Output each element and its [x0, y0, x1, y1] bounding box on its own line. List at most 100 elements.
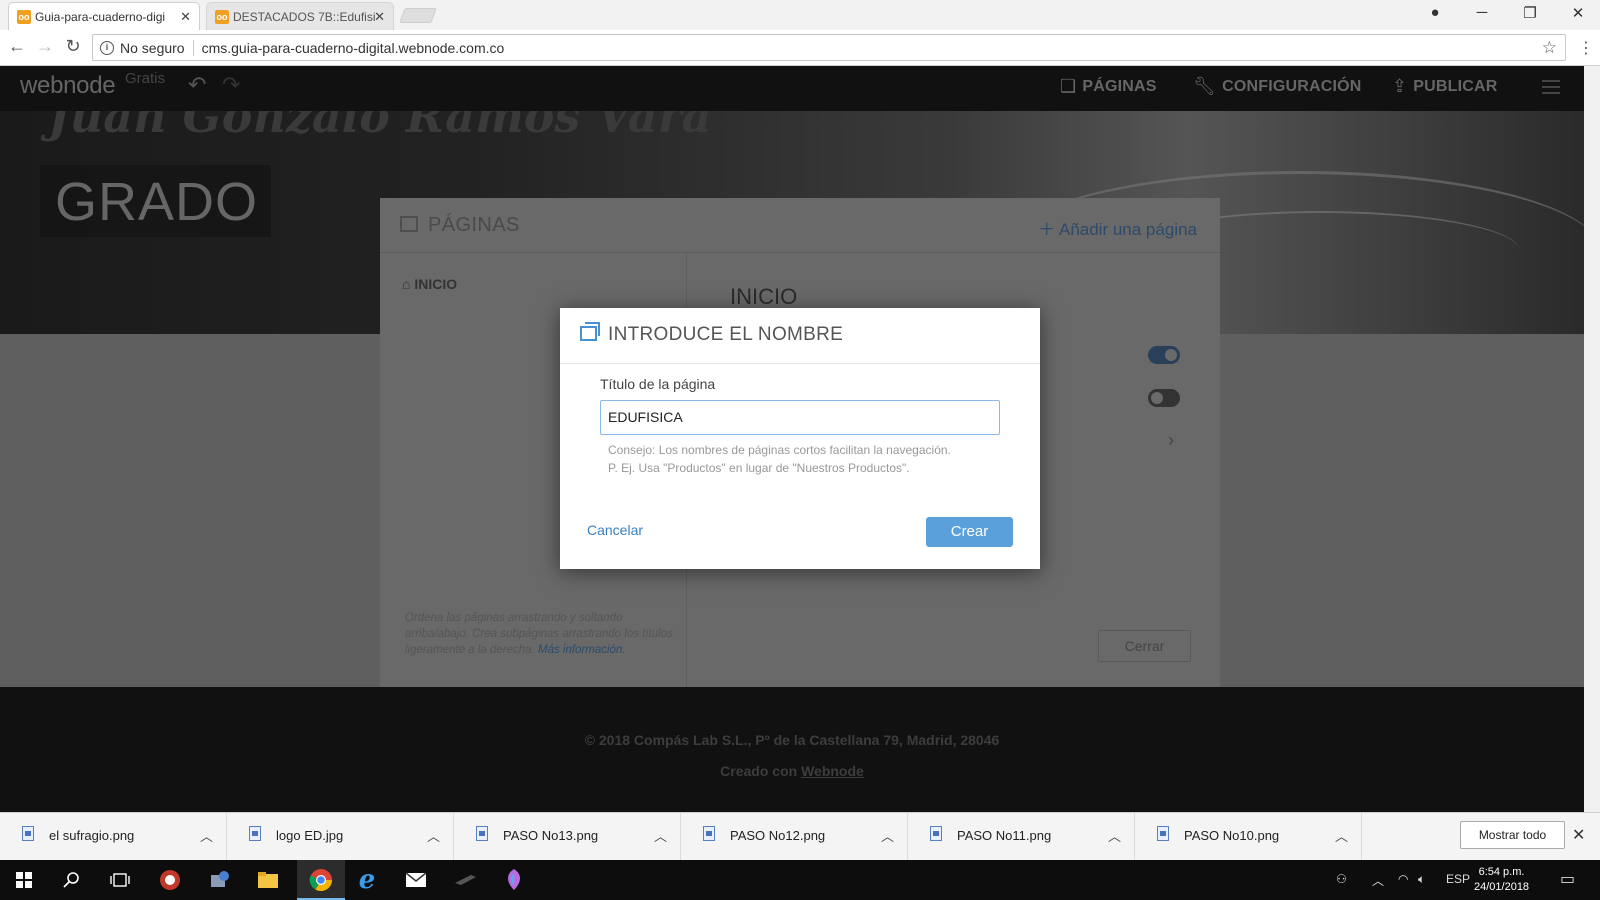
close-panel-button[interactable]: Cerrar	[1098, 630, 1191, 662]
menu-publish[interactable]: ⇪ PUBLICAR	[1392, 76, 1498, 97]
dialog-tip: Consejo: Los nombres de páginas cortos f…	[608, 441, 1008, 477]
download-filename: PASO No13.png	[503, 828, 599, 843]
clock[interactable]: 6:54 p.m. 24/01/2018	[1474, 865, 1529, 895]
browser-tabbar: oo Guia-para-cuaderno-digi ✕ oo DESTACAD…	[0, 0, 1600, 30]
file-explorer-icon[interactable]	[254, 866, 282, 894]
download-item[interactable]: logo ED.jpg ︿	[227, 813, 454, 861]
security-label: No seguro	[120, 39, 185, 56]
people-icon[interactable]: ⚇	[1336, 872, 1347, 886]
menu-settings-label: CONFIGURACIÓN	[1222, 77, 1362, 95]
pages-panel-header: PÁGINAS ＋ Añadir una página	[380, 198, 1220, 253]
menu-settings[interactable]: 🔧︎ CONFIGURACIÓN	[1193, 76, 1362, 97]
image-file-icon	[476, 826, 488, 841]
mail-icon[interactable]	[402, 866, 430, 894]
menu-pages[interactable]: ❏ PÁGINAS	[1060, 76, 1157, 97]
footer-copyright: © 2018 Compás Lab S.L., Pº de la Castell…	[584, 732, 1000, 748]
wrench-icon: 🔧︎	[1193, 76, 1217, 96]
address-bar[interactable]: i No seguro cms.guia-para-cuaderno-digit…	[92, 34, 1566, 61]
download-shelf: el sufragio.png ︿ logo ED.jpg ︿ PASO No1…	[0, 812, 1600, 861]
redo-icon[interactable]: ↷	[222, 72, 240, 98]
download-filename: PASO No10.png	[1184, 828, 1280, 843]
chevron-up-icon[interactable]: ︿	[200, 826, 213, 845]
chevron-up-icon[interactable]: ︿	[1372, 872, 1384, 889]
device-icon[interactable]	[451, 866, 479, 894]
download-item[interactable]: PASO No11.png ︿	[908, 813, 1135, 861]
url-text[interactable]: cms.guia-para-cuaderno-digital.webnode.c…	[202, 40, 505, 56]
task-view-icon[interactable]	[106, 866, 134, 894]
page-title-input[interactable]: EDUFISICA	[600, 400, 1000, 435]
chevron-up-icon[interactable]: ︿	[427, 826, 440, 845]
close-window-icon[interactable]: ✕	[1568, 4, 1588, 22]
page-visibility-toggle[interactable]	[1148, 346, 1180, 364]
tab-title: DESTACADOS 7B::Edufisi	[233, 9, 376, 24]
browser-tab[interactable]: oo DESTACADOS 7B::Edufisi ✕	[206, 2, 394, 30]
page-title-label: Título de la página	[600, 376, 716, 392]
minimize-icon[interactable]: ─	[1472, 4, 1492, 21]
hamburger-menu-icon[interactable]	[1542, 80, 1560, 98]
site-footer: © 2018 Compás Lab S.L., Pº de la Castell…	[0, 687, 1584, 812]
dialog-header: INTRODUCE EL NOMBRE	[560, 308, 1040, 364]
close-tab-icon[interactable]: ✕	[374, 9, 385, 25]
chevron-up-icon[interactable]: ︿	[1335, 826, 1348, 845]
undo-icon[interactable]: ↶	[188, 72, 206, 98]
restore-icon[interactable]: ❐	[1520, 4, 1540, 22]
download-filename: PASO No11.png	[957, 828, 1052, 843]
download-item[interactable]: PASO No13.png ︿	[454, 813, 681, 861]
network-app-icon[interactable]	[205, 866, 233, 894]
new-page-dialog: INTRODUCE EL NOMBRE Título de la página …	[560, 308, 1040, 569]
webnode-toolbar: webnode Gratis ↶ ↷ ❏ PÁGINAS 🔧︎ CONFIGUR…	[0, 66, 1584, 111]
tab-title: Guia-para-cuaderno-digi	[35, 9, 166, 24]
page-scrollbar[interactable]	[1584, 66, 1600, 812]
windows-taskbar: e ⚇ ︿ ◠ 🔈︎ ESP 6:54 p.m. 24/01/2018 ▭	[0, 860, 1600, 900]
paint3d-icon[interactable]	[500, 866, 528, 894]
tip-line: Consejo: Los nombres de páginas cortos f…	[608, 443, 951, 457]
bookmark-star-icon[interactable]: ☆	[1542, 38, 1557, 58]
address-toolbar: ← → ↻ i No seguro cms.guia-para-cuaderno…	[0, 30, 1600, 66]
info-icon[interactable]: i	[100, 40, 114, 55]
webnode-favicon-icon: oo	[17, 10, 31, 24]
volume-icon[interactable]: 🔈︎	[1418, 872, 1425, 887]
chrome-icon[interactable]	[307, 866, 335, 894]
cancel-button[interactable]: Cancelar	[587, 522, 643, 538]
show-all-downloads-button[interactable]: Mostrar todo	[1460, 821, 1565, 849]
more-info-link[interactable]: Más información.	[538, 644, 626, 656]
grade-text: GRADO	[55, 172, 259, 232]
divider	[192, 39, 194, 56]
search-icon[interactable]	[58, 866, 86, 894]
close-tab-icon[interactable]: ✕	[180, 9, 191, 25]
plan-label: Gratis	[125, 70, 166, 87]
menu-pages-label: PÁGINAS	[1082, 77, 1157, 95]
forward-icon[interactable]: →	[34, 36, 56, 57]
dialog-title: INTRODUCE EL NOMBRE	[608, 324, 844, 345]
new-tab-button[interactable]	[399, 8, 437, 23]
create-button[interactable]: Crear	[926, 517, 1013, 547]
page-option-toggle[interactable]	[1148, 389, 1180, 407]
footer-created-prefix: Creado con	[720, 763, 802, 779]
app-icon[interactable]	[156, 866, 184, 894]
internet-explorer-icon[interactable]: e	[353, 865, 381, 895]
chevron-up-icon[interactable]: ︿	[1108, 826, 1121, 845]
webnode-link[interactable]: Webnode	[801, 763, 864, 779]
browser-menu-icon[interactable]: ⋮	[1578, 38, 1594, 58]
webnode-logo: webnode	[20, 72, 116, 99]
back-icon[interactable]: ←	[6, 36, 28, 57]
page-item-inicio[interactable]: ⌂ INICIO	[402, 276, 457, 292]
chevron-right-icon[interactable]: ›	[1168, 430, 1174, 451]
windows-start-icon[interactable]	[10, 866, 38, 894]
add-page-button[interactable]: ＋ Añadir una página	[1038, 215, 1197, 240]
profile-icon[interactable]: ●	[1425, 4, 1445, 21]
reload-icon[interactable]: ↻	[62, 36, 84, 57]
wifi-icon[interactable]: ◠	[1398, 872, 1408, 886]
download-item[interactable]: el sufragio.png ︿	[0, 813, 227, 861]
notifications-icon[interactable]: ▭	[1560, 869, 1575, 889]
download-item[interactable]: PASO No12.png ︿	[681, 813, 908, 861]
close-shelf-icon[interactable]: ✕	[1572, 825, 1585, 845]
download-filename: logo ED.jpg	[276, 828, 344, 843]
chevron-up-icon[interactable]: ︿	[881, 826, 894, 845]
chevron-up-icon[interactable]: ︿	[654, 826, 667, 845]
clock-time: 6:54 p.m.	[1478, 866, 1525, 878]
language-indicator[interactable]: ESP	[1446, 872, 1470, 886]
download-item[interactable]: PASO No10.png ︿	[1135, 813, 1362, 861]
browser-tab-active[interactable]: oo Guia-para-cuaderno-digi ✕	[8, 2, 200, 30]
selected-page-heading: INICIO	[730, 284, 798, 309]
